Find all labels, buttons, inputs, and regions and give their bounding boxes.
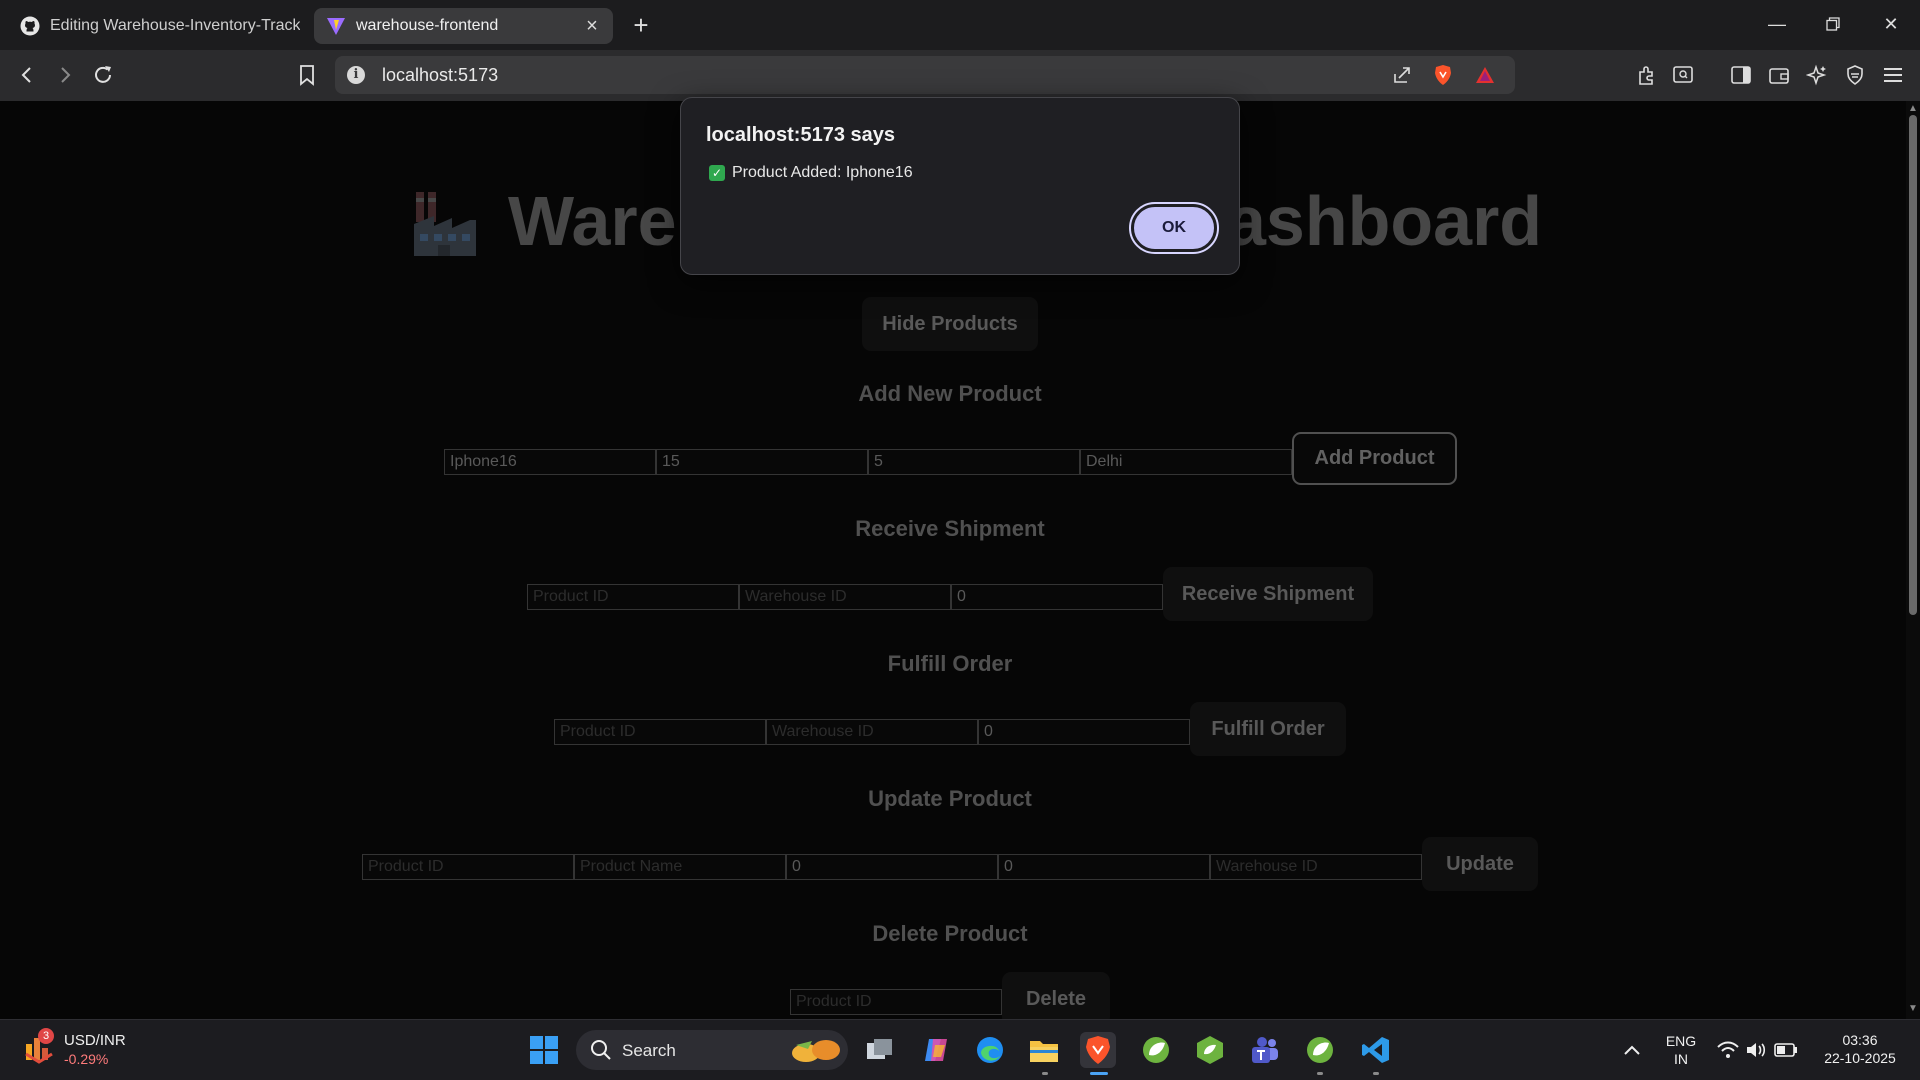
scroll-up-icon[interactable]: ▲ [1908, 103, 1918, 114]
address-bar[interactable]: i localhost:5173 [335, 56, 1515, 94]
vite-icon [326, 16, 346, 36]
tray-overflow-icon[interactable] [1614, 1032, 1650, 1068]
window-close-icon[interactable]: ✕ [1876, 10, 1906, 38]
scroll-down-icon[interactable]: ▼ [1908, 1003, 1918, 1014]
edge-icon[interactable] [972, 1032, 1008, 1068]
language-indicator[interactable]: ENG IN [1658, 1033, 1704, 1067]
clock[interactable]: 03:36 22-10-2025 [1812, 1032, 1908, 1066]
spring-running-dot [1317, 1072, 1323, 1075]
task-view-icon[interactable] [862, 1032, 898, 1068]
stock-change: -0.29% [64, 1051, 109, 1067]
brave-running-dot [1090, 1072, 1108, 1075]
back-icon[interactable] [12, 60, 42, 90]
url-text: localhost:5173 [382, 65, 499, 85]
menu-icon[interactable] [1878, 60, 1908, 90]
brave-shields-icon[interactable] [1428, 60, 1458, 90]
tab-warehouse-frontend[interactable]: warehouse-frontend × [314, 8, 613, 44]
spring-boot-icon[interactable] [1192, 1032, 1228, 1068]
windows-start-icon[interactable] [526, 1032, 562, 1068]
checkmark-icon: ✓ [709, 165, 725, 181]
wallet-icon[interactable] [1764, 60, 1794, 90]
spring-tool-icon[interactable] [1138, 1032, 1174, 1068]
search-icon [591, 1040, 611, 1060]
tab-github[interactable]: Editing Warehouse-Inventory-Tracker [8, 8, 308, 44]
clock-time: 03:36 [1842, 1032, 1878, 1048]
tab-strip: Editing Warehouse-Inventory-Tracker ware… [0, 0, 1920, 50]
copilot-icon[interactable] [918, 1032, 954, 1068]
region-code: IN [1674, 1051, 1688, 1067]
battery-icon[interactable] [1768, 1032, 1804, 1068]
share-icon[interactable] [1387, 60, 1417, 90]
stock-symbol: USD/INR [64, 1032, 126, 1049]
brave-browser-icon[interactable] [1080, 1032, 1116, 1068]
forward-icon[interactable] [50, 60, 80, 90]
spring-app-icon[interactable] [1302, 1032, 1338, 1068]
ok-button[interactable]: OK [1129, 202, 1219, 254]
search-highlight-icon [792, 1040, 840, 1062]
search-label: Search [622, 1041, 676, 1060]
taskbar-search[interactable]: Search [576, 1030, 848, 1070]
leo-search-icon[interactable] [1668, 60, 1698, 90]
vscode-running-dot [1373, 1072, 1379, 1075]
brave-rewards-icon[interactable] [1470, 60, 1500, 90]
sidebar-icon[interactable] [1726, 60, 1756, 90]
leo-ai-icon[interactable] [1802, 60, 1832, 90]
vscode-icon[interactable] [1358, 1032, 1394, 1068]
dialog-message: ✓ Product Added: Iphone16 [709, 164, 913, 182]
alert-dialog: localhost:5173 says ✓ Product Added: Iph… [680, 97, 1240, 275]
clock-date: 22-10-2025 [1824, 1050, 1896, 1066]
dialog-message-text: Product Added: Iphone16 [732, 164, 913, 181]
github-icon [20, 16, 40, 36]
vpn-shield-icon[interactable] [1840, 60, 1870, 90]
explorer-running-dot [1042, 1072, 1048, 1075]
extensions-icon[interactable] [1632, 60, 1662, 90]
bookmark-icon[interactable] [292, 60, 322, 90]
tab-warehouse-title: warehouse-frontend [356, 17, 499, 34]
scrollbar-thumb[interactable] [1909, 115, 1917, 615]
dialog-title: localhost:5173 says [706, 124, 895, 146]
close-icon[interactable]: × [581, 15, 603, 37]
browser-toolbar: i localhost:5173 [0, 50, 1920, 101]
restore-icon[interactable] [1818, 10, 1848, 38]
minimize-icon[interactable]: — [1762, 10, 1792, 38]
new-tab-icon[interactable]: + [628, 12, 654, 38]
teams-icon[interactable] [1246, 1032, 1282, 1068]
file-explorer-icon[interactable] [1026, 1032, 1062, 1068]
language-code: ENG [1665, 1033, 1697, 1049]
stock-badge: 3 [38, 1028, 54, 1044]
site-info-icon[interactable]: i [347, 66, 365, 84]
taskbar: 3 USD/INR -0.29% Search ENG IN 03:36 22-… [0, 1019, 1920, 1080]
page-scrollbar[interactable]: ▲ ▼ [1906, 101, 1920, 1019]
tab-github-title: Editing Warehouse-Inventory-Tracker [50, 17, 300, 34]
reload-icon[interactable] [88, 60, 118, 90]
